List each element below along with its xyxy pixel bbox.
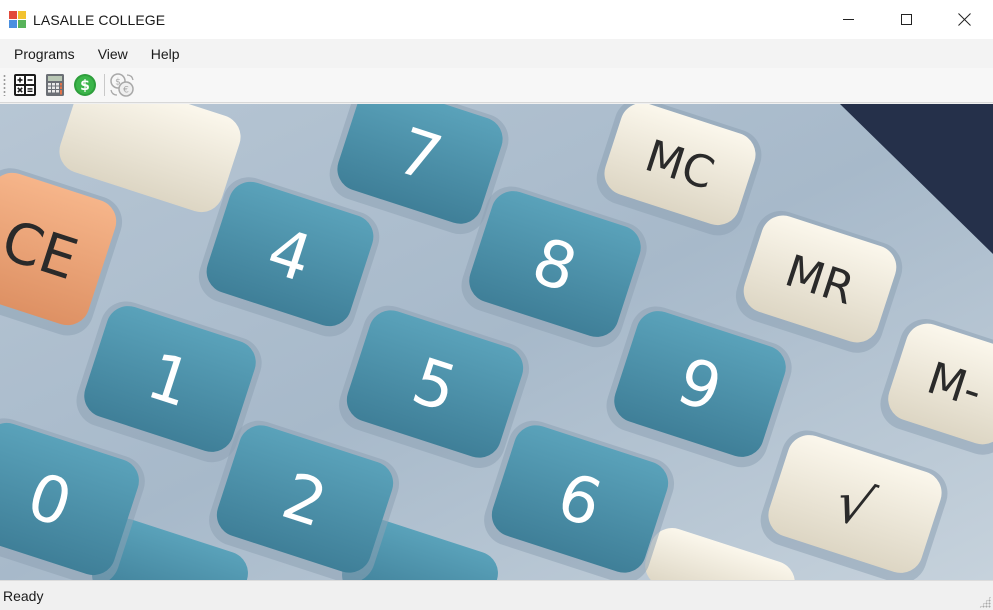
toolbar-separator [104, 74, 105, 96]
toolbar-grip[interactable] [3, 74, 6, 96]
calculator-image: 7 4 1 0 8 5 2 9 6 CE MC MR M- √ [0, 104, 993, 580]
currency-exchange-icon: $ € [110, 73, 134, 97]
currency-exchange-button[interactable]: $ € [109, 72, 135, 98]
dollar-button[interactable]: $ [72, 72, 98, 98]
minimize-button[interactable] [819, 0, 877, 39]
window-title: LASALLE COLLEGE [33, 11, 166, 28]
menu-help[interactable]: Help [143, 42, 188, 66]
app-window-icon[interactable] [9, 10, 27, 29]
close-button[interactable] [935, 0, 993, 39]
svg-text:€: € [123, 86, 129, 96]
minimize-icon [842, 19, 854, 20]
menu-bar: Programs View Help [0, 39, 993, 68]
close-icon [958, 13, 971, 26]
menu-programs[interactable]: Programs [6, 42, 83, 66]
title-bar: LASALLE COLLEGE [0, 0, 993, 39]
calculator-grid-button[interactable] [12, 72, 38, 98]
calculator-icon [46, 74, 64, 96]
status-bar: Ready [0, 580, 993, 610]
status-label: Ready [3, 587, 44, 604]
window-controls [819, 0, 993, 39]
calculator-keypad-photo: 741085296CEMCMRM-√ [0, 104, 993, 580]
resize-grip[interactable] [979, 596, 991, 608]
maximize-icon [900, 14, 912, 25]
svg-text:$: $ [80, 78, 90, 94]
toolbar: $ $ € [0, 68, 993, 103]
maximize-button[interactable] [877, 0, 935, 39]
calculator-button[interactable] [42, 72, 68, 98]
calculator-grid-icon [14, 74, 36, 96]
menu-view[interactable]: View [90, 42, 136, 66]
dollar-coin-icon: $ [74, 74, 96, 96]
